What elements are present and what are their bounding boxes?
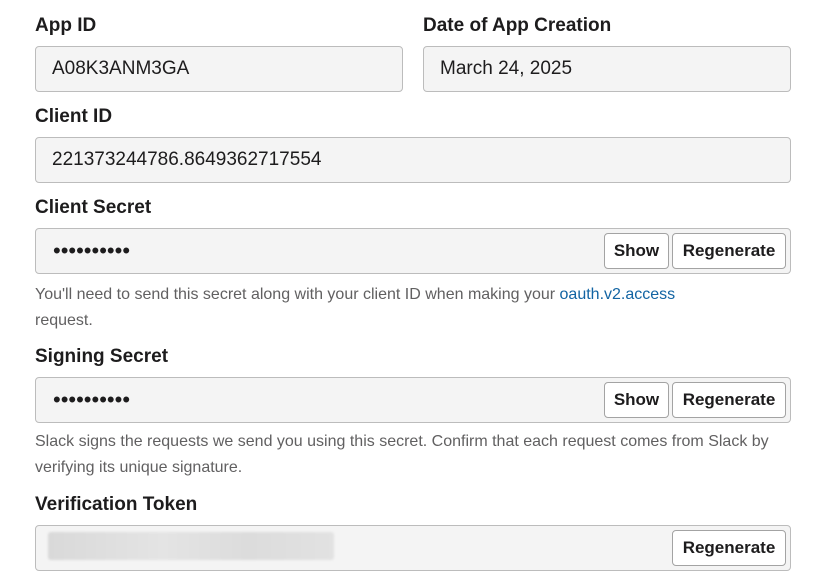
- creation-date-field[interactable]: March 24, 2025: [423, 46, 791, 92]
- signing-secret-regenerate-button[interactable]: Regenerate: [672, 382, 786, 418]
- client-secret-field[interactable]: •••••••••• Show Regenerate: [35, 228, 791, 274]
- client-id-label: Client ID: [35, 106, 113, 127]
- app-id-label: App ID: [35, 15, 97, 36]
- creation-date-label: Date of App Creation: [423, 15, 612, 36]
- client-secret-label: Client Secret: [35, 197, 152, 218]
- verification-token-label: Verification Token: [35, 494, 198, 515]
- client-secret-help-text: You'll need to send this secret along wi…: [35, 282, 795, 334]
- oauth-v2-access-link[interactable]: oauth.v2.access: [560, 286, 676, 303]
- app-id-field[interactable]: A08K3ANM3GA: [35, 46, 403, 92]
- client-id-value: 221373244786.8649362717554: [52, 149, 322, 170]
- client-secret-help-suffix: request.: [35, 312, 93, 329]
- creation-date-value: March 24, 2025: [440, 58, 573, 79]
- client-secret-regenerate-button[interactable]: Regenerate: [672, 233, 786, 269]
- verification-token-regenerate-button[interactable]: Regenerate: [672, 530, 786, 566]
- verification-token-field[interactable]: Regenerate: [35, 525, 791, 571]
- signing-secret-field[interactable]: •••••••••• Show Regenerate: [35, 377, 791, 423]
- signing-secret-masked-value: ••••••••••: [53, 387, 131, 412]
- client-secret-help-prefix: You'll need to send this secret along wi…: [35, 286, 560, 303]
- client-secret-show-button[interactable]: Show: [604, 233, 669, 269]
- client-secret-masked-value: ••••••••••: [53, 238, 131, 263]
- client-id-field[interactable]: 221373244786.8649362717554: [35, 137, 791, 183]
- signing-secret-help-text: Slack signs the requests we send you usi…: [35, 433, 769, 476]
- signing-secret-show-button[interactable]: Show: [604, 382, 669, 418]
- redacted-token-value: [48, 532, 334, 560]
- signing-secret-label: Signing Secret: [35, 346, 169, 367]
- app-id-value: A08K3ANM3GA: [52, 58, 190, 79]
